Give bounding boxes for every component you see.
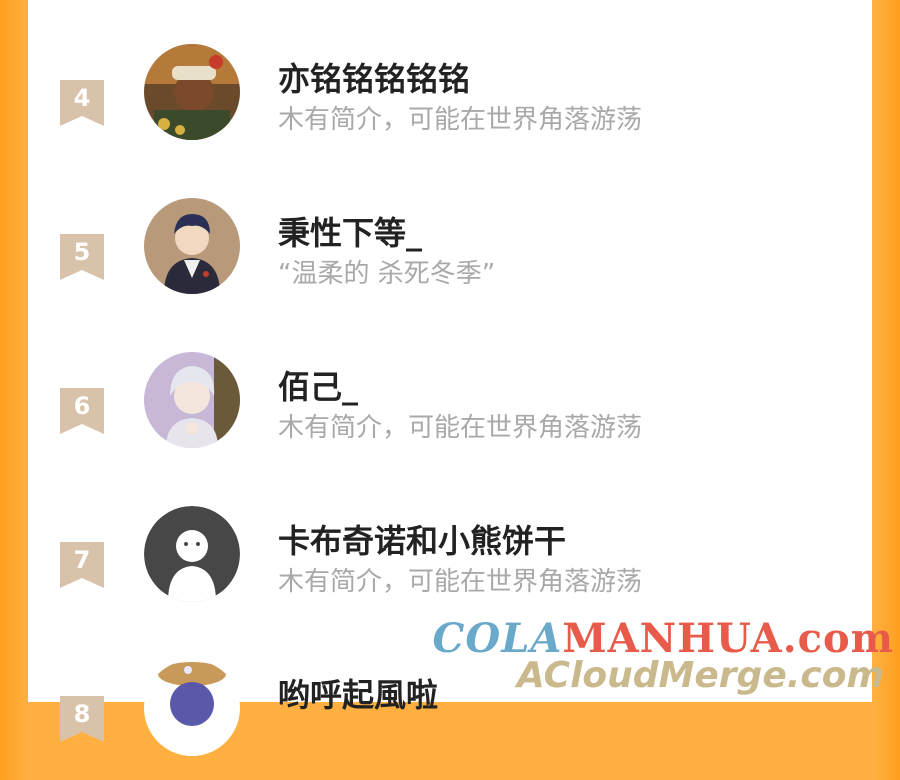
user-name[interactable]: 秉性下等_ xyxy=(278,208,422,254)
list-item[interactable]: 4 亦铭铭铭铭铭 木有简介，可能在世界角落游荡 xyxy=(28,44,872,164)
user-bio: 木有简介，可能在世界角落游荡 xyxy=(278,105,643,135)
list-item[interactable]: 5 秉性下等_ “温柔的 杀死冬季” xyxy=(28,198,872,318)
default-avatar-icon[interactable] xyxy=(144,506,240,602)
avatar[interactable] xyxy=(144,198,240,294)
rank-badge: 8 xyxy=(60,696,104,742)
avatar[interactable] xyxy=(144,660,240,756)
list-item[interactable]: 7 卡布奇诺和小熊饼干 木有简介，可能在世界角落游荡 xyxy=(28,506,872,626)
rank-badge: 4 xyxy=(60,80,104,126)
rank-badge: 5 xyxy=(60,234,104,280)
user-name[interactable]: 哟呼起風啦 xyxy=(278,670,438,716)
avatar[interactable] xyxy=(144,44,240,140)
avatar[interactable] xyxy=(144,352,240,448)
user-bio: “温柔的 杀死冬季” xyxy=(278,259,496,289)
list-item[interactable]: 6 佰己_ 木有简介，可能在世界角落游荡 xyxy=(28,352,872,472)
user-name[interactable]: 佰己_ xyxy=(278,362,358,408)
user-name[interactable]: 卡布奇诺和小熊饼干 xyxy=(278,516,566,562)
rank-badge: 7 xyxy=(60,542,104,588)
watermark-acloudmerge: ACloudMerge.com xyxy=(516,655,884,696)
rank-badge: 6 xyxy=(60,388,104,434)
user-bio: 木有简介，可能在世界角落游荡 xyxy=(278,413,643,443)
user-name[interactable]: 亦铭铭铭铭铭 xyxy=(278,54,470,100)
ranking-list-panel: 4 亦铭铭铭铭铭 木有简介，可能在世界角落游荡 5 秉性下等_ “温柔的 杀死冬… xyxy=(28,0,872,756)
user-bio: 木有简介，可能在世界角落游荡 xyxy=(278,567,643,597)
